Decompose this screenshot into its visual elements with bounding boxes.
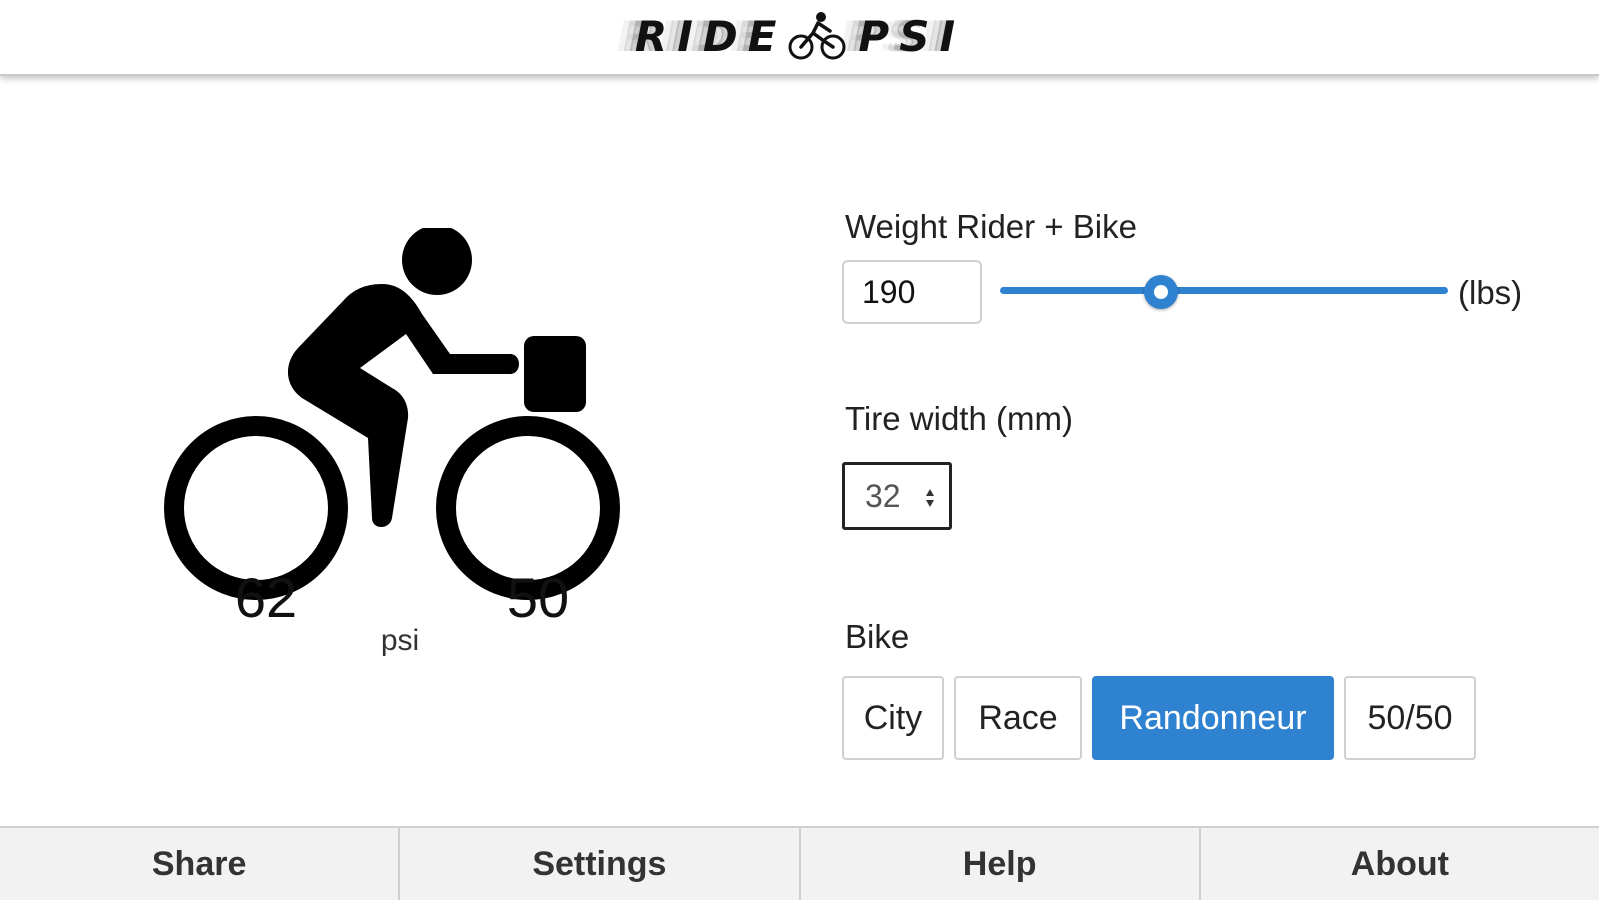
main-content: 62 50 psi Weight Rider + Bike (lbs) Tire…: [0, 78, 1599, 826]
weight-label: Weight Rider + Bike: [845, 208, 1137, 245]
weight-input[interactable]: [842, 260, 982, 324]
bicycle-logo-icon: [788, 12, 846, 60]
bike-type-label: Bike: [845, 618, 910, 655]
front-pressure-value: 62: [234, 566, 298, 629]
tab-share[interactable]: Share: [0, 828, 401, 900]
logo-text-ride: RIDE: [634, 11, 787, 61]
rear-pressure-value: 50: [506, 566, 570, 629]
bike-option-randonneur[interactable]: Randonneur: [1092, 676, 1334, 760]
tab-settings[interactable]: Settings: [400, 828, 801, 900]
logo-text-psi: PSI: [858, 11, 966, 61]
weight-unit-label: (lbs): [1458, 274, 1523, 311]
tire-width-value: 32: [865, 477, 901, 514]
bike-option-5050[interactable]: 50/50: [1344, 676, 1476, 760]
select-arrows-icon: [926, 489, 934, 507]
tire-width-label: Tire width (mm): [845, 400, 1073, 437]
tire-width-select[interactable]: 32: [842, 462, 952, 530]
tab-help[interactable]: Help: [801, 828, 1201, 900]
pressure-unit-label: psi: [380, 624, 420, 657]
bike-option-city[interactable]: City: [842, 676, 944, 760]
app-logo: RIDE PSI: [606, 4, 994, 68]
weight-slider-thumb[interactable]: [1144, 275, 1179, 309]
tab-about[interactable]: About: [1201, 828, 1599, 900]
footer-tab-bar: Share Settings Help About: [0, 826, 1599, 900]
bike-option-race[interactable]: Race: [954, 676, 1082, 760]
weight-slider-track[interactable]: [1000, 287, 1448, 294]
app-header: RIDE PSI: [0, 0, 1599, 76]
